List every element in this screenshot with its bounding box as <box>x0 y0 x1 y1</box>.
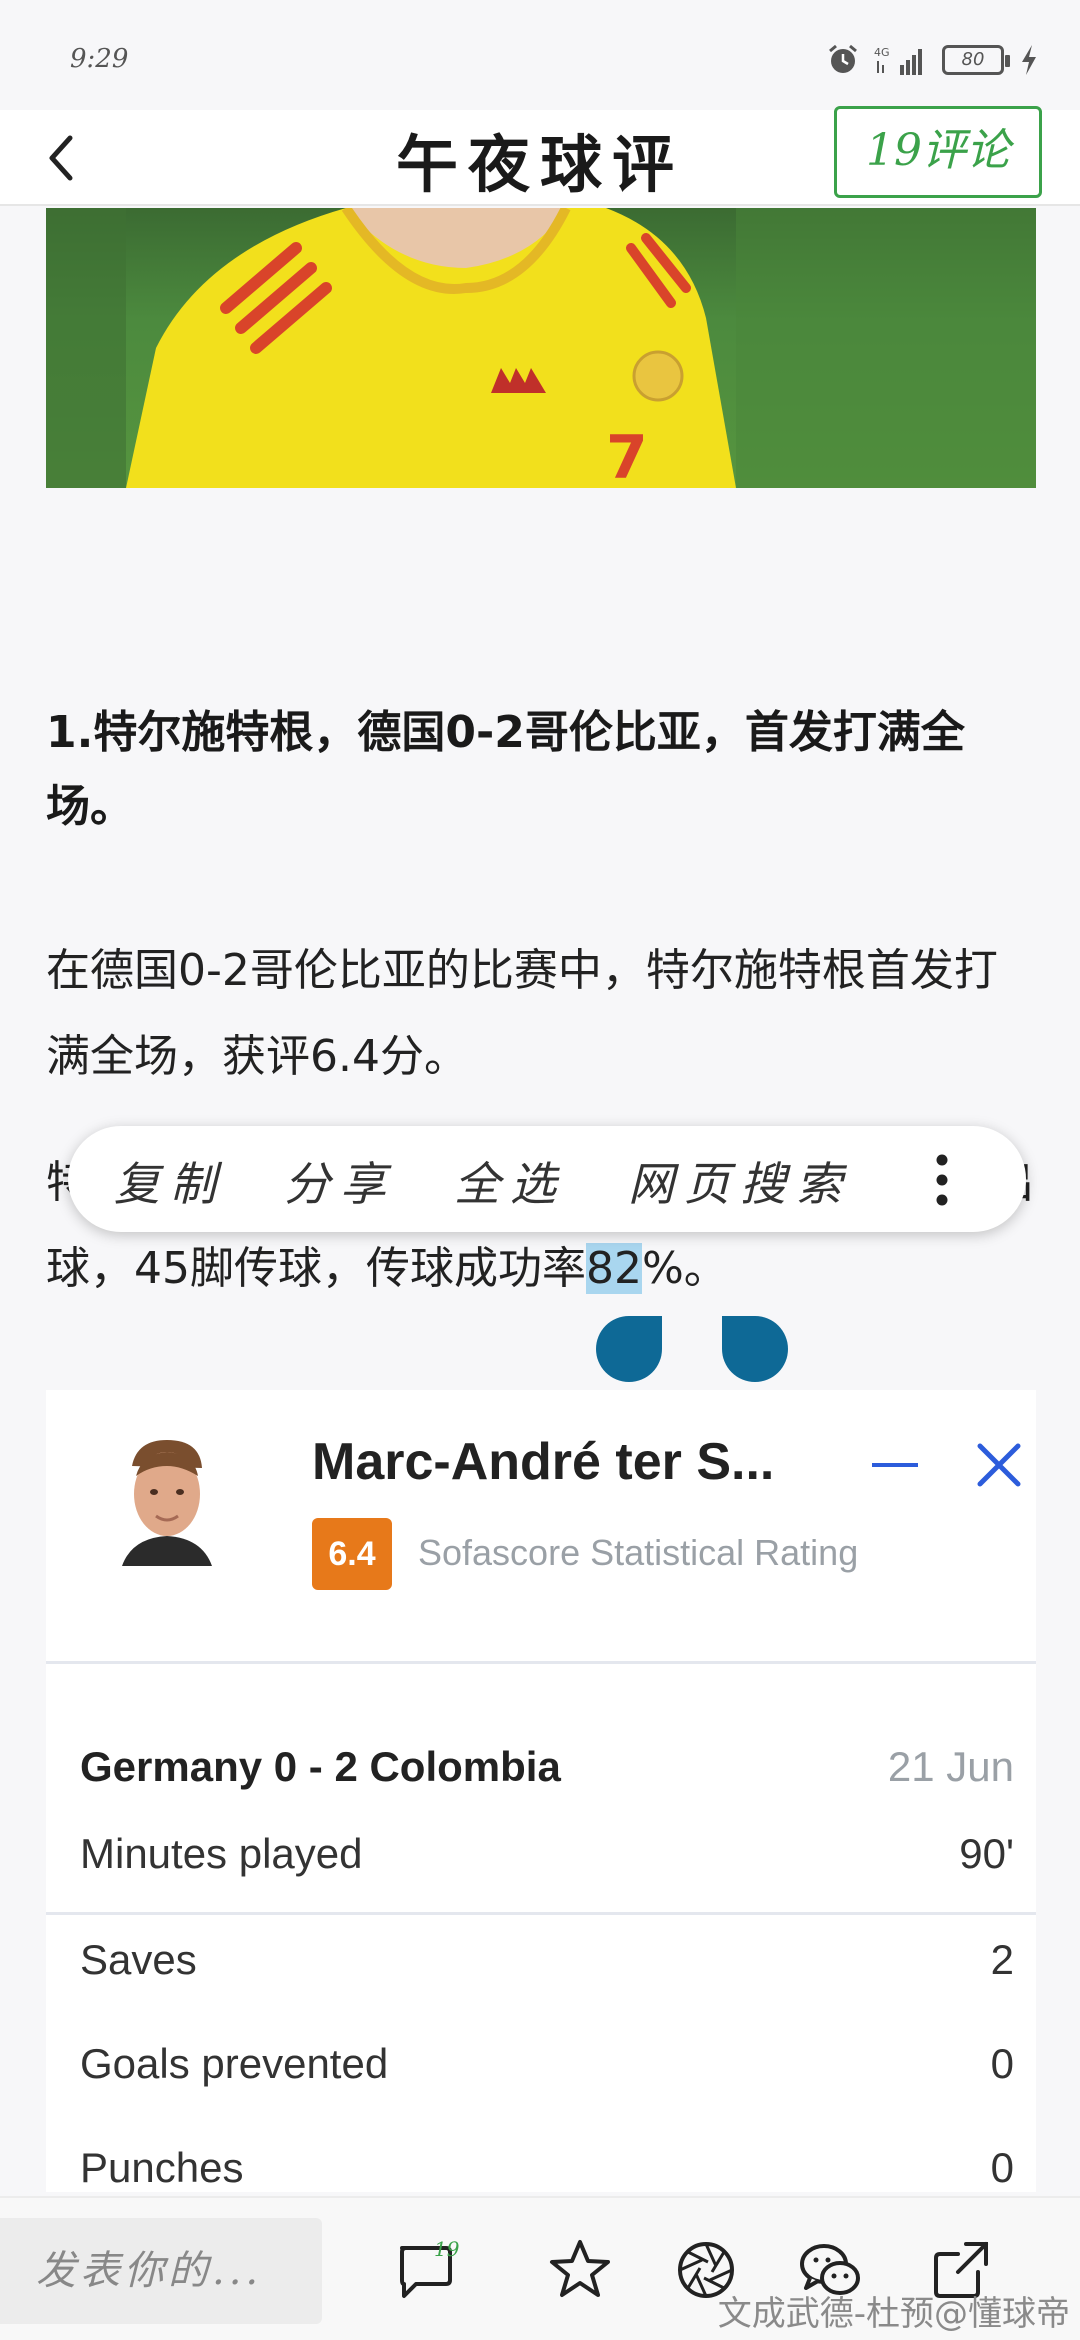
battery-icon: 80 <box>942 45 1010 75</box>
battery-level: 80 <box>961 49 985 70</box>
match-title: Germany 0 - 2 Colombia <box>80 1743 561 1790</box>
status-time: 9:29 <box>70 44 129 74</box>
menu-web-search[interactable]: 网页搜索 <box>628 1148 852 1214</box>
selection-end-handle[interactable] <box>722 1316 788 1382</box>
stat-value: 0 <box>990 2040 1014 2087</box>
player-header: Marc-André ter S... 6.4 Sofascore Statis… <box>46 1390 1036 1664</box>
stat-row: Goals prevented 0 <box>80 2012 1014 2116</box>
paragraph-text: 球，45脚传球，传球成功率 <box>46 1243 586 1294</box>
text-selection-menu: 复制 分享 全选 网页搜索 <box>68 1126 1026 1232</box>
stat-row: Saves 2 <box>80 1908 1014 2012</box>
stat-row: Minutes played 90' <box>80 1802 1014 1906</box>
stat-label: Goals prevented <box>80 2040 389 2087</box>
stat-label: Minutes played <box>80 1830 363 1877</box>
player-avatar <box>122 1440 212 1566</box>
comment-input[interactable]: 发表你的... <box>0 2218 322 2324</box>
alarm-icon <box>829 44 857 73</box>
top-nav-bar: 午夜球评 19评论 <box>0 106 1080 206</box>
sofascore-card: Marc-André ter S... 6.4 Sofascore Statis… <box>46 1390 1036 2192</box>
more-options-icon[interactable] <box>930 1152 954 1208</box>
selected-text[interactable]: 82 <box>586 1243 642 1294</box>
bottom-action-bar: 发表你的... 19 文成武德-杜预@懂球帝 <box>0 2196 1080 2340</box>
svg-text:7: 7 <box>606 423 648 488</box>
minimize-icon[interactable] <box>870 1460 920 1470</box>
selection-start-handle[interactable] <box>596 1316 662 1382</box>
network-type-label: 4G <box>874 46 890 59</box>
rating-badge: 6.4 <box>312 1518 392 1590</box>
article-hero-image: 7 <box>46 208 1036 488</box>
stat-label: Punches <box>80 2144 244 2191</box>
comments-icon[interactable]: 19 <box>392 2236 460 2304</box>
article-section-heading: 1.特尔施特根，德国0-2哥伦比亚，首发打满全场。 <box>46 707 965 832</box>
article-paragraph: 在德国0-2哥伦比亚的比赛中，特尔施特根首发打满全场，获评6.4分。 <box>46 945 998 1082</box>
match-date: 21 Jun <box>887 1743 1014 1790</box>
status-bar: 9:29 4G 80 <box>0 0 1080 110</box>
stat-value: 90' <box>959 1830 1014 1877</box>
favorite-star-icon[interactable] <box>546 2236 614 2304</box>
signal-icon: 4G <box>874 46 922 75</box>
charging-icon <box>1022 45 1036 75</box>
comments-button[interactable]: 19评论 <box>834 106 1042 198</box>
menu-share[interactable]: 分享 <box>284 1148 396 1214</box>
status-icons: 4G 80 <box>826 40 1040 80</box>
goalkeeper-photo: 7 <box>46 208 1036 488</box>
stat-row: Punches 0 <box>80 2116 1014 2192</box>
paragraph-text-end: %。 <box>642 1243 728 1294</box>
rating-label: Sofascore Statistical Rating <box>418 1532 859 1573</box>
menu-copy[interactable]: 复制 <box>114 1148 226 1214</box>
watermark-credit: 文成武德-杜预@懂球帝 <box>717 2294 1070 2334</box>
stat-label: Saves <box>80 1936 197 1983</box>
close-icon[interactable] <box>974 1440 1024 1490</box>
stat-value: 0 <box>990 2144 1014 2191</box>
player-name: Marc-André ter S... <box>312 1433 775 1491</box>
menu-select-all[interactable]: 全选 <box>454 1148 566 1214</box>
comment-count: 19 <box>434 2237 460 2261</box>
stat-value: 2 <box>990 1936 1014 1983</box>
